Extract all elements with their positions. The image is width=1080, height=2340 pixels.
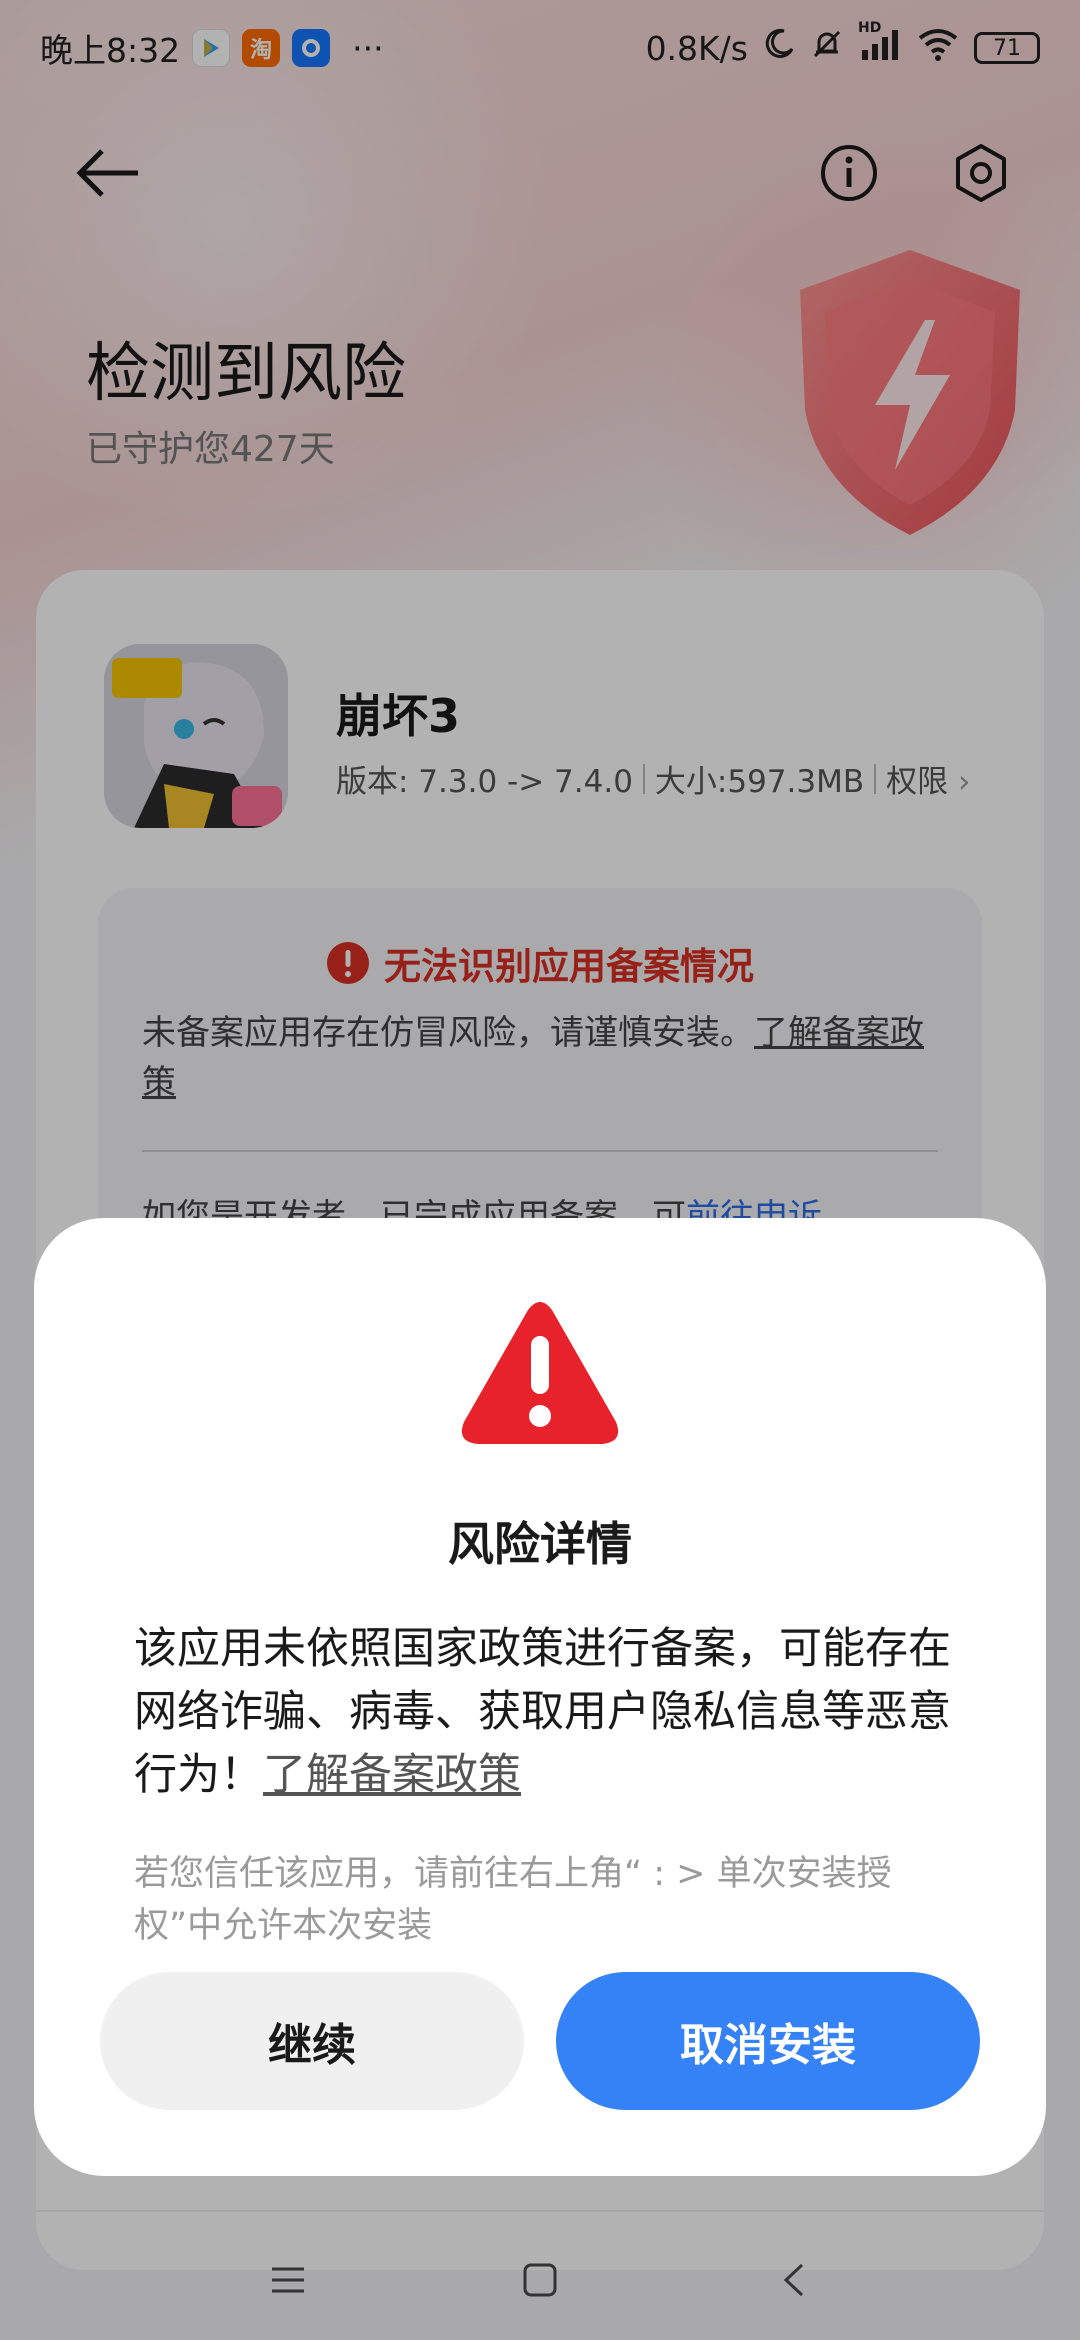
dialog-body: 该应用未依照国家政策进行备案，可能存在网络诈骗、病毒、获取用户隐私信息等恶意行为… (134, 1618, 964, 1807)
nav-back-button[interactable] (764, 2250, 824, 2310)
continue-button[interactable]: 继续 (100, 1972, 524, 2110)
recents-button[interactable] (258, 2250, 318, 2310)
chevron-left-icon (783, 2263, 804, 2297)
cancel-install-button[interactable]: 取消安装 (556, 1972, 980, 2110)
home-square-icon (523, 2263, 557, 2297)
dialog-title: 风险详情 (448, 1517, 632, 1571)
system-nav-bar (0, 2210, 1080, 2340)
dialog-body-text: 该应用未依照国家政策进行备案，可能存在网络诈骗、病毒、获取用户隐私信息等恶意行为… (134, 1624, 951, 1800)
dialog-policy-link[interactable]: 了解备案政策 (263, 1750, 521, 1800)
menu-icon (272, 2267, 304, 2293)
warning-triangle-icon (461, 1302, 619, 1444)
dialog-hint: 若您信任该应用，请前往右上角“ : > 单次安装授权”中允许本次安装 (134, 1854, 892, 1946)
nav-divider (36, 2210, 1044, 2212)
home-button[interactable] (510, 2250, 570, 2310)
risk-details-dialog: 风险详情 该应用未依照国家政策进行备案，可能存在网络诈骗、病毒、获取用户隐私信息… (34, 1218, 1046, 2176)
